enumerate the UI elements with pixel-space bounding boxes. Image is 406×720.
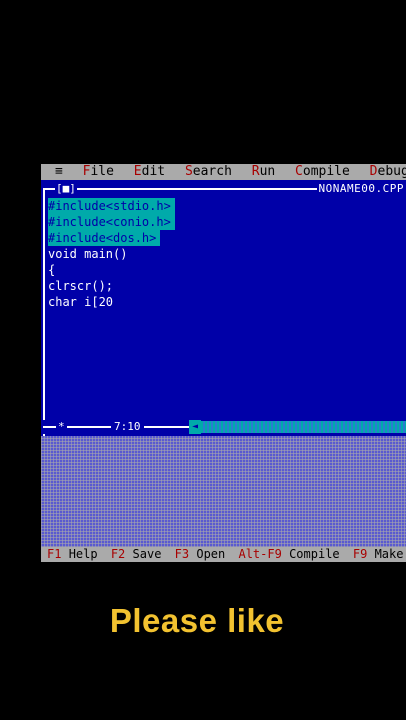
fkey-label: Save (132, 547, 162, 561)
system-menu-icon[interactable]: ≡ (55, 164, 63, 180)
menu-run[interactable]: Run (252, 164, 275, 180)
fkey-label: Compile (289, 547, 340, 561)
frame-left (43, 188, 45, 436)
editor-filename: NONAME00.CPP (316, 182, 406, 196)
cursor-position: 7:10 (111, 420, 144, 434)
editor-window: [■] NONAME00.CPP #include<stdio.h> #incl… (41, 180, 406, 436)
menu-edit[interactable]: Edit (134, 164, 165, 180)
menu-run-hotkey: R (251, 164, 260, 179)
code-line: #include<dos.h> (48, 230, 398, 246)
menu-file[interactable]: File (83, 164, 114, 180)
code-line: { (48, 262, 398, 278)
fkey-save[interactable]: F2 Save (111, 547, 162, 562)
modified-indicator-icon: * (56, 420, 67, 434)
desktop-background (41, 436, 406, 547)
menu-debug-hotkey: D (369, 164, 378, 179)
menu-run-label: un (259, 164, 276, 179)
fkey-key: Alt-F9 (238, 547, 282, 561)
code-line: #include<stdio.h> (48, 198, 398, 214)
fkey-key: F2 (110, 547, 126, 561)
code-line-text: { (48, 263, 56, 277)
fkey-label: Help (68, 547, 98, 561)
code-line-text: char i[20 (48, 295, 114, 309)
turbo-c-screen: ≡ File Edit Search Run Compile Debug [■]… (41, 164, 406, 562)
menu-debug-label: ebug (377, 164, 406, 179)
video-caption: Please like (109, 602, 285, 639)
menu-bar: ≡ File Edit Search Run Compile Debug (41, 164, 406, 180)
menu-search[interactable]: Search (185, 164, 232, 180)
fkey-help[interactable]: F1 Help (47, 547, 98, 562)
code-line-text: #include<dos.h> (48, 230, 161, 246)
editor-title-bar: [■] NONAME00.CPP (41, 182, 406, 196)
menu-file-label: ile (90, 164, 114, 179)
menu-edit-label: dit (141, 164, 166, 179)
code-area[interactable]: #include<stdio.h> #include<conio.h> #inc… (48, 198, 398, 310)
code-line-text: #include<stdio.h> (48, 198, 175, 214)
code-line: #include<conio.h> (48, 214, 398, 230)
code-line: char i[20 (48, 294, 398, 310)
menu-compile-hotkey: C (295, 164, 303, 179)
fkey-open[interactable]: F3 Open (175, 547, 226, 562)
fkey-make[interactable]: F9 Make (353, 547, 404, 562)
editor-status-bar: * 7:10 ◄ (41, 420, 406, 436)
code-line-text: void main() (48, 247, 128, 261)
fkey-compile[interactable]: Alt-F9 Compile (238, 547, 339, 562)
code-line-text: #include<conio.h> (48, 214, 175, 230)
scroll-left-arrow-icon[interactable]: ◄ (189, 420, 201, 434)
menu-edit-hotkey: E (133, 164, 142, 179)
horizontal-scrollbar[interactable] (189, 421, 406, 433)
close-box-icon[interactable]: [■] (55, 182, 77, 196)
code-line: clrscr(); (48, 278, 398, 294)
function-key-bar: F1 Help F2 Save F3 Open Alt-F9 Compile F… (41, 547, 406, 562)
menu-search-label: earch (192, 164, 232, 179)
fkey-key: F3 (174, 547, 190, 561)
fkey-key: F9 (352, 547, 368, 561)
status-left: * 7:10 (41, 420, 189, 434)
menu-compile[interactable]: Compile (295, 164, 350, 180)
menu-debug[interactable]: Debug (370, 164, 406, 180)
fkey-label: Make (374, 547, 404, 561)
menu-search-hotkey: S (184, 164, 193, 179)
fkey-label: Open (196, 547, 226, 561)
menu-compile-label: ompile (302, 164, 350, 179)
code-line: void main() (48, 246, 398, 262)
fkey-key: F1 (47, 547, 62, 561)
code-line-text: clrscr(); (48, 279, 114, 293)
